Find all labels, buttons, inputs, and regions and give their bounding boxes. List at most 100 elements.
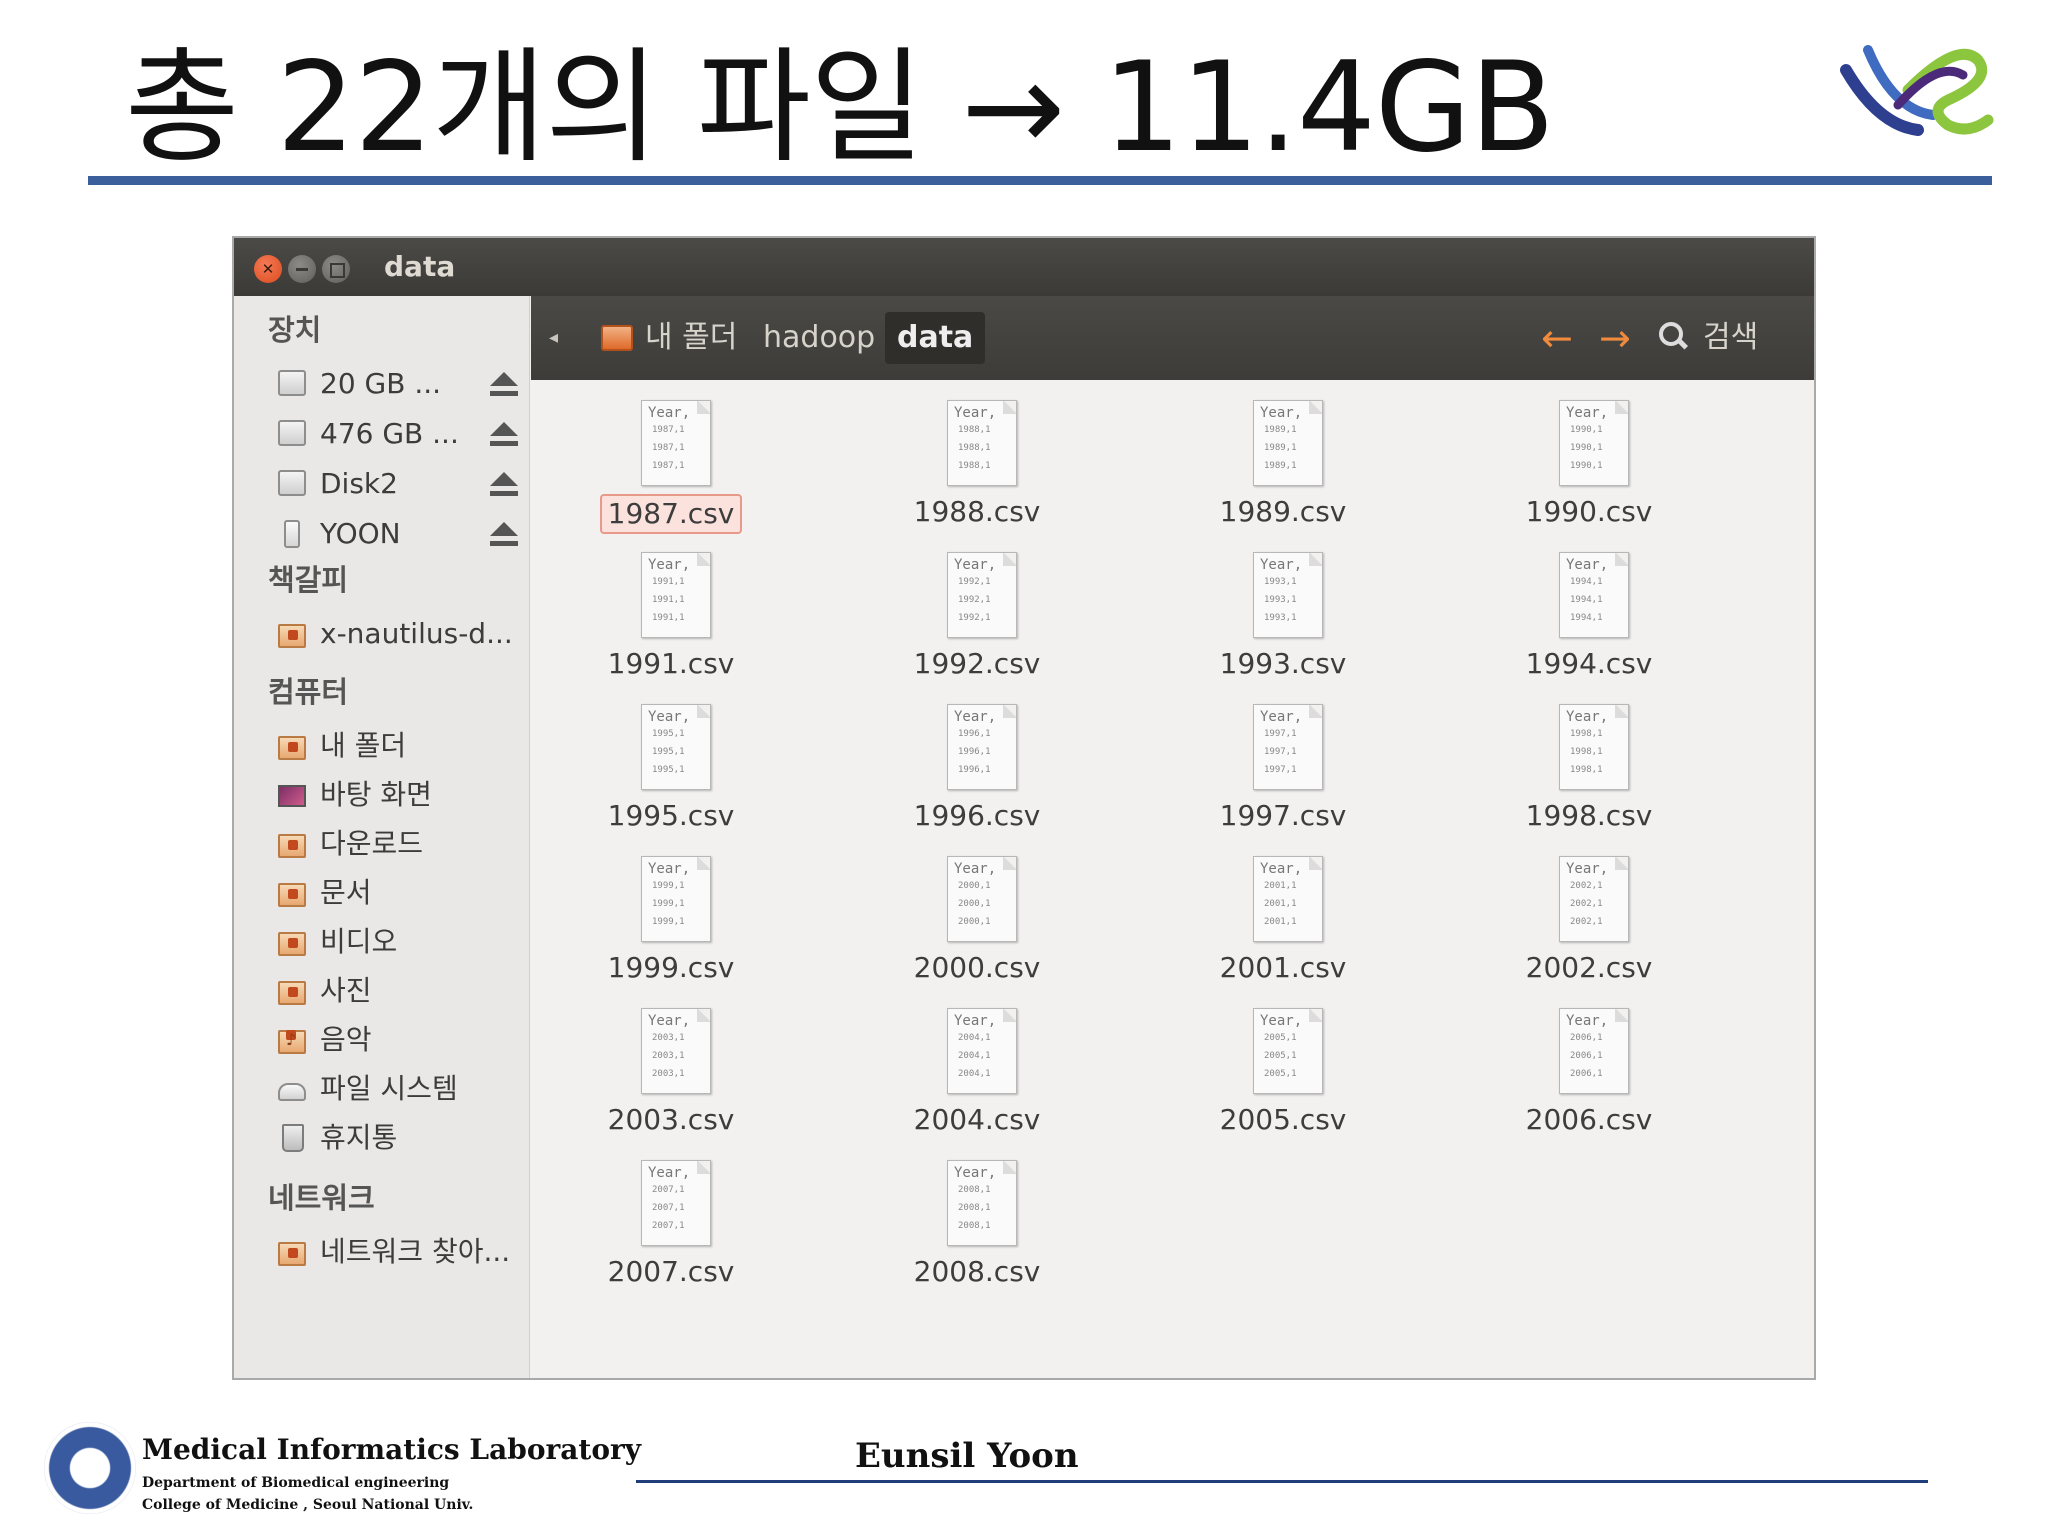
- toolbar: ◂ 내 폴더 hadoop data ← → 검색: [531, 296, 1814, 380]
- file-preview-line: 1994,1: [1570, 577, 1603, 587]
- csv-file-icon: Year, 1989,1 1989,1 1989,1: [1253, 400, 1323, 486]
- back-arrow-icon[interactable]: ←: [1541, 318, 1573, 358]
- breadcrumb-scroll-left-icon[interactable]: ◂: [549, 322, 558, 354]
- file-name-container: 1989.csv: [1163, 494, 1403, 530]
- sidebar-item-label: 네트워크 찾아...: [320, 1235, 511, 1268]
- file-item[interactable]: Year, 1996,1 1996,1 1996,1 1996.csv: [857, 690, 1097, 840]
- minimize-icon[interactable]: [288, 255, 316, 283]
- file-name-container: 2004.csv: [857, 1102, 1097, 1138]
- sidebar-item-yoon[interactable]: YOON: [278, 512, 530, 556]
- file-preview-line: 1991,1: [652, 613, 685, 623]
- eject-icon[interactable]: [490, 522, 518, 550]
- file-preview-line: 1989,1: [1264, 425, 1297, 435]
- sidebar-item-label: 문서: [320, 876, 372, 909]
- file-preview-line: 2000,1: [958, 917, 991, 927]
- file-item[interactable]: Year, 1992,1 1992,1 1992,1 1992.csv: [857, 538, 1097, 688]
- csv-file-icon: Year, 1994,1 1994,1 1994,1: [1559, 552, 1629, 638]
- file-item[interactable]: Year, 1997,1 1997,1 1997,1 1997.csv: [1163, 690, 1403, 840]
- folder-icon: [278, 624, 306, 648]
- file-preview-line: 2003,1: [652, 1033, 685, 1043]
- pictures-icon: [278, 981, 306, 1005]
- sidebar-item-device-1[interactable]: 20 GB ...: [278, 362, 530, 406]
- file-name: 1995.csv: [607, 799, 735, 832]
- file-preview-line: 1992,1: [958, 595, 991, 605]
- file-item[interactable]: Year, 2006,1 2006,1 2006,1 2006.csv: [1469, 994, 1709, 1144]
- sidebar-item-bookmark[interactable]: x-nautilus-d...: [278, 612, 530, 656]
- sidebar-item-downloads[interactable]: 다운로드: [278, 822, 530, 866]
- file-item[interactable]: Year, 1999,1 1999,1 1999,1 1999.csv: [551, 842, 791, 992]
- sidebar-item-filesystem[interactable]: 파일 시스템: [278, 1067, 530, 1111]
- window-titlebar[interactable]: data: [234, 238, 1814, 296]
- sidebar-item-pictures[interactable]: 사진: [278, 969, 530, 1013]
- file-item[interactable]: Year, 1989,1 1989,1 1989,1 1989.csv: [1163, 386, 1403, 536]
- eject-icon[interactable]: [490, 472, 518, 500]
- csv-file-icon: Year, 2007,1 2007,1 2007,1: [641, 1160, 711, 1246]
- file-item[interactable]: Year, 1994,1 1994,1 1994,1 1994.csv: [1469, 538, 1709, 688]
- search-button[interactable]: 검색: [1703, 318, 1758, 358]
- file-preview-line: 2004,1: [958, 1033, 991, 1043]
- file-item[interactable]: Year, 1995,1 1995,1 1995,1 1995.csv: [551, 690, 791, 840]
- file-preview-line: 1992,1: [958, 577, 991, 587]
- file-name-container: 1992.csv: [857, 646, 1097, 682]
- file-name-container: 2008.csv: [857, 1254, 1097, 1290]
- file-item[interactable]: Year, 1988,1 1988,1 1988,1 1988.csv: [857, 386, 1097, 536]
- breadcrumb-label: 내 폴더: [645, 320, 738, 355]
- file-name: 2003.csv: [607, 1103, 735, 1136]
- file-name-container: 1999.csv: [551, 950, 791, 986]
- breadcrumb-hadoop[interactable]: hadoop: [763, 312, 875, 364]
- file-name: 1992.csv: [913, 647, 1041, 680]
- sidebar-item-home[interactable]: 내 폴더: [278, 724, 530, 768]
- file-preview-line: 1991,1: [652, 577, 685, 587]
- file-preview-line: 2008,1: [958, 1203, 991, 1213]
- file-name-container: 2000.csv: [857, 950, 1097, 986]
- search-icon[interactable]: [1659, 322, 1689, 352]
- sidebar-item-network[interactable]: 네트워크 찾아...: [278, 1230, 530, 1274]
- file-preview-line: 2000,1: [958, 899, 991, 909]
- file-item[interactable]: Year, 2000,1 2000,1 2000,1 2000.csv: [857, 842, 1097, 992]
- file-item[interactable]: Year, 2007,1 2007,1 2007,1 2007.csv: [551, 1146, 791, 1296]
- sidebar-item-disk2[interactable]: Disk2: [278, 462, 530, 506]
- file-preview-line: 1988,1: [958, 443, 991, 453]
- file-item[interactable]: Year, 2003,1 2003,1 2003,1 2003.csv: [551, 994, 791, 1144]
- file-preview-line: 2007,1: [652, 1221, 685, 1231]
- file-name: 1994.csv: [1525, 647, 1653, 680]
- sidebar-item-music[interactable]: 음악: [278, 1018, 530, 1062]
- file-name-container: 1997.csv: [1163, 798, 1403, 834]
- sidebar-item-device-2[interactable]: 476 GB ...: [278, 412, 530, 456]
- file-name: 1989.csv: [1219, 495, 1347, 528]
- eject-icon[interactable]: [490, 422, 518, 450]
- file-name-container: 1996.csv: [857, 798, 1097, 834]
- file-preview-line: 1990,1: [1570, 425, 1603, 435]
- file-name-container: 1994.csv: [1469, 646, 1709, 682]
- file-item[interactable]: Year, 2002,1 2002,1 2002,1 2002.csv: [1469, 842, 1709, 992]
- csv-file-icon: Year, 2005,1 2005,1 2005,1: [1253, 1008, 1323, 1094]
- close-icon[interactable]: [254, 255, 282, 283]
- file-preview-header: Year,: [1260, 405, 1303, 421]
- file-name-container: 1993.csv: [1163, 646, 1403, 682]
- sidebar-item-desktop[interactable]: 바탕 화면: [278, 773, 530, 817]
- forward-arrow-icon[interactable]: →: [1599, 318, 1631, 358]
- sidebar-item-videos[interactable]: 비디오: [278, 920, 530, 964]
- csv-file-icon: Year, 1990,1 1990,1 1990,1: [1559, 400, 1629, 486]
- breadcrumb-home[interactable]: 내 폴더: [601, 312, 737, 364]
- downloads-icon: [278, 834, 306, 858]
- file-item[interactable]: Year, 2005,1 2005,1 2005,1 2005.csv: [1163, 994, 1403, 1144]
- file-item[interactable]: Year, 2004,1 2004,1 2004,1 2004.csv: [857, 994, 1097, 1144]
- file-item[interactable]: Year, 1990,1 1990,1 1990,1 1990.csv: [1469, 386, 1709, 536]
- eject-icon[interactable]: [490, 372, 518, 400]
- file-item[interactable]: Year, 2001,1 2001,1 2001,1 2001.csv: [1163, 842, 1403, 992]
- file-item[interactable]: Year, 2008,1 2008,1 2008,1 2008.csv: [857, 1146, 1097, 1296]
- file-preview-line: 2005,1: [1264, 1069, 1297, 1079]
- breadcrumb-data[interactable]: data: [885, 312, 986, 364]
- file-item[interactable]: Year, 1993,1 1993,1 1993,1 1993.csv: [1163, 538, 1403, 688]
- file-item[interactable]: Year, 1998,1 1998,1 1998,1 1998.csv: [1469, 690, 1709, 840]
- file-item[interactable]: Year, 1987,1 1987,1 1987,1 1987.csv: [551, 386, 791, 536]
- sidebar-item-documents[interactable]: 문서: [278, 871, 530, 915]
- network-icon: [278, 1242, 306, 1266]
- sidebar-item-trash[interactable]: 휴지통: [278, 1116, 530, 1160]
- file-preview-line: 1998,1: [1570, 747, 1603, 757]
- csv-file-icon: Year, 1991,1 1991,1 1991,1: [641, 552, 711, 638]
- file-item[interactable]: Year, 1991,1 1991,1 1991,1 1991.csv: [551, 538, 791, 688]
- file-preview-header: Year,: [1566, 557, 1609, 573]
- maximize-icon[interactable]: [322, 255, 350, 283]
